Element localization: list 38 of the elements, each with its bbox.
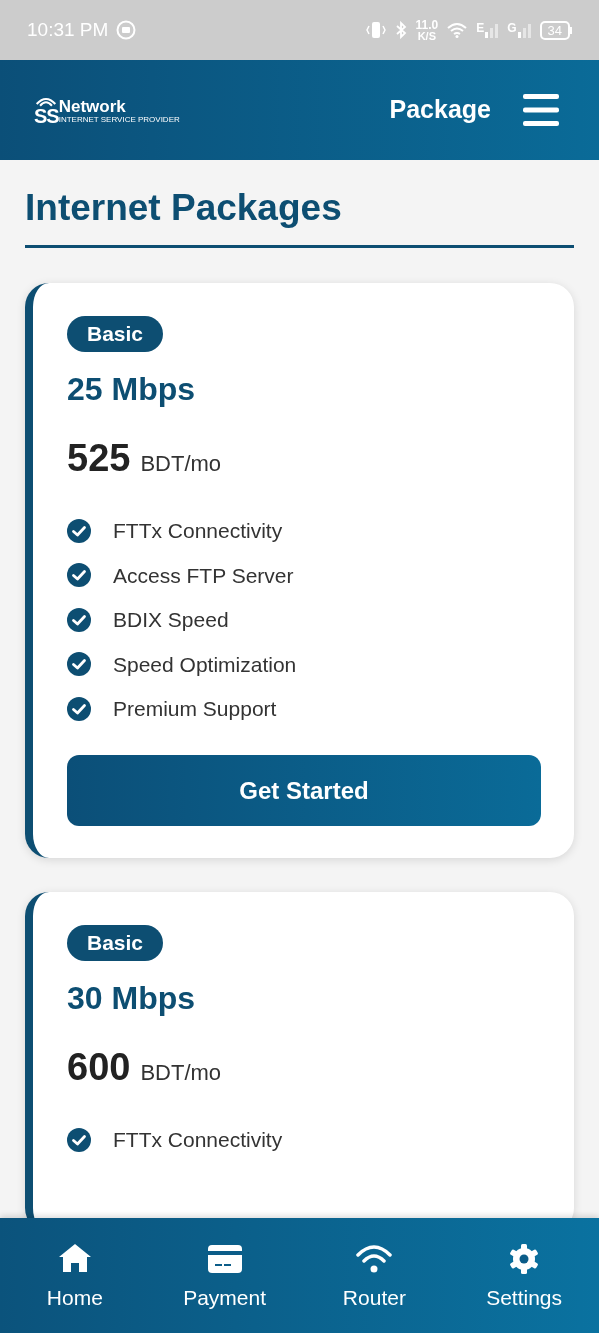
nav-item[interactable]: Router <box>299 1218 450 1333</box>
feature-text: FTTx Connectivity <box>113 1127 283 1152</box>
check-circle-icon <box>67 607 91 632</box>
feature-text: FTTx Connectivity <box>113 518 283 543</box>
nav-item[interactable]: Settings <box>449 1218 599 1333</box>
check-circle-icon <box>67 1127 91 1152</box>
package-badge: Basic <box>67 925 164 961</box>
check-circle-icon <box>67 518 91 543</box>
logo-mark: SS <box>34 106 59 125</box>
price-unit: BDT/mo <box>140 1059 222 1087</box>
logo-name: Network <box>58 97 127 115</box>
package-price: 525 <box>67 436 131 480</box>
feature-text: Premium Support <box>113 696 277 721</box>
check-circle-icon <box>67 563 91 587</box>
feature-text: Access FTP Server <box>113 562 294 588</box>
package-badge: Basic <box>67 316 164 352</box>
get-started-button[interactable]: Get Started <box>67 755 541 826</box>
wifi-logo-icon <box>35 95 58 107</box>
logo-tagline: INTERNET SERVICE PROVIDER <box>58 115 180 124</box>
vibrate-icon <box>365 21 388 39</box>
nav-item[interactable]: Payment <box>149 1218 300 1333</box>
check-circle-icon <box>67 696 91 721</box>
credit-card-icon <box>206 1242 243 1276</box>
header-title: Package <box>389 94 491 126</box>
package-speed: 30 Mbps <box>67 979 197 1017</box>
signal-icon <box>485 22 500 38</box>
package-price: 600 <box>67 1045 131 1089</box>
bluetooth-icon <box>395 21 408 39</box>
nav-item[interactable]: Home <box>0 1218 150 1333</box>
signal-icon <box>517 22 532 38</box>
check-circle-icon <box>67 652 91 676</box>
notification-icon <box>116 20 137 40</box>
price-unit: BDT/mo <box>140 450 222 478</box>
wifi-icon <box>446 22 469 38</box>
page-title: Internet Packages <box>25 160 574 248</box>
package-speed: 25 Mbps <box>67 370 197 408</box>
feature-text: Speed Optimization <box>113 651 297 677</box>
feature-text: BDIX Speed <box>113 607 229 632</box>
